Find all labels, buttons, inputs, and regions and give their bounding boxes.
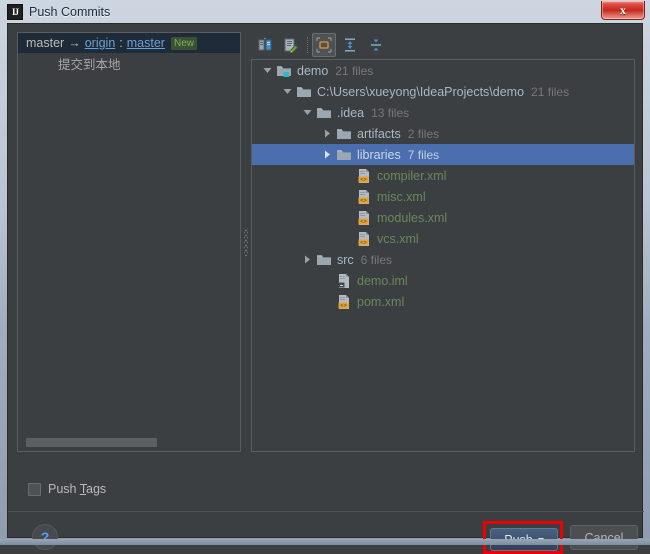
tree-row[interactable]: demo 21 files xyxy=(252,60,634,81)
folder-icon xyxy=(316,252,332,268)
branch-row[interactable]: master → origin : master New xyxy=(18,33,240,53)
tree-row[interactable]: .idea 13 files xyxy=(252,102,634,123)
tree-row[interactable]: demo.iml xyxy=(252,270,634,291)
svg-text:<>: <> xyxy=(340,303,346,309)
svg-text:<>: <> xyxy=(360,219,366,225)
collapse-all-icon[interactable] xyxy=(364,33,388,57)
chevron-right-icon[interactable] xyxy=(298,255,316,264)
target-branch-link[interactable]: master xyxy=(127,36,165,50)
new-branch-badge: New xyxy=(171,37,197,50)
splitter-grip-icon xyxy=(244,228,248,256)
tree-row-label: misc.xml xyxy=(377,190,426,204)
xml-file-icon: <> xyxy=(356,168,372,184)
main-content: master → origin : master New 提交到本地 xyxy=(17,32,635,452)
chevron-down-icon[interactable] xyxy=(298,108,316,117)
xml-file-icon: <> xyxy=(356,231,372,247)
push-tags-label: Push Tags xyxy=(48,482,106,496)
tree-row-file-count: 21 files xyxy=(531,85,569,99)
tree-row[interactable]: src 6 files xyxy=(252,249,634,270)
intellij-logo-icon: IJ xyxy=(7,4,23,20)
tree-row[interactable]: <> misc.xml xyxy=(252,186,634,207)
xml-file-icon: <> xyxy=(336,294,352,310)
file-tree[interactable]: demo21 filesC:\Users\xueyong\IdeaProject… xyxy=(251,59,635,452)
svg-text:<>: <> xyxy=(360,177,366,183)
panel-splitter[interactable] xyxy=(241,32,251,452)
commit-message-row[interactable]: 提交到本地 xyxy=(18,53,240,73)
toolbar-separator xyxy=(307,37,308,53)
commits-panel[interactable]: master → origin : master New 提交到本地 xyxy=(17,32,241,452)
commit-message-label: 提交到本地 xyxy=(58,54,121,73)
folder-icon xyxy=(296,84,312,100)
window-bottom-border xyxy=(0,539,650,545)
help-button[interactable]: ? xyxy=(32,524,58,550)
xml-file-icon: <> xyxy=(356,189,372,205)
cancel-button[interactable]: Cancel xyxy=(570,525,638,550)
tree-row[interactable]: <> vcs.xml xyxy=(252,228,634,249)
push-commits-dialog-window: IJ Push Commits x master → origin : mast… xyxy=(0,0,650,545)
folder-icon xyxy=(336,147,352,163)
tree-row-label: vcs.xml xyxy=(377,232,419,246)
tree-row-file-count: 21 files xyxy=(335,64,373,78)
chevron-right-icon[interactable] xyxy=(318,129,336,138)
folder-icon xyxy=(316,105,332,121)
module-folder-icon xyxy=(276,63,292,79)
title-bar: IJ Push Commits x xyxy=(0,0,650,23)
dialog-client-area: master → origin : master New 提交到本地 xyxy=(7,23,643,538)
chevron-down-icon[interactable] xyxy=(258,66,276,75)
tree-row-file-count: 13 files xyxy=(371,106,409,120)
tree-row-label: .idea xyxy=(337,106,364,120)
push-button-highlight: Push xyxy=(483,521,563,554)
arrow-icon: → xyxy=(68,36,81,50)
tree-row-file-count: 7 files xyxy=(408,148,439,162)
tree-row-label: demo xyxy=(297,64,328,78)
group-by-directory-icon[interactable] xyxy=(312,33,336,57)
tree-row[interactable]: C:\Users\xueyong\IdeaProjects\demo 21 fil… xyxy=(252,81,634,102)
svg-text:<>: <> xyxy=(360,198,366,204)
push-tags-checkbox-box[interactable] xyxy=(28,483,41,496)
remote-link[interactable]: origin xyxy=(85,36,116,50)
files-toolbar xyxy=(251,32,635,58)
tree-row-file-count: 6 files xyxy=(361,253,392,267)
tree-row[interactable]: <> pom.xml xyxy=(252,291,634,312)
tree-row-file-count: 2 files xyxy=(408,127,439,141)
tree-row-label: artifacts xyxy=(357,127,401,141)
changed-files-panel: demo21 filesC:\Users\xueyong\IdeaProject… xyxy=(251,32,635,452)
tree-row-label: libraries xyxy=(357,148,401,162)
tree-row-label: compiler.xml xyxy=(377,169,446,183)
push-tags-label-post: ags xyxy=(86,482,106,496)
tree-row[interactable]: artifacts 2 files xyxy=(252,123,634,144)
commits-panel-hscrollbar-thumb[interactable] xyxy=(26,438,157,447)
edit-source-icon[interactable] xyxy=(279,33,303,57)
branch-separator: : xyxy=(119,36,122,50)
folder-icon xyxy=(336,126,352,142)
show-diff-icon[interactable] xyxy=(253,33,277,57)
tree-row-label: pom.xml xyxy=(357,295,404,309)
tree-row-label: modules.xml xyxy=(377,211,447,225)
iml-file-icon xyxy=(336,273,352,289)
expand-all-icon[interactable] xyxy=(338,33,362,57)
tree-row[interactable]: <> compiler.xml xyxy=(252,165,634,186)
tree-row-label: C:\Users\xueyong\IdeaProjects\demo xyxy=(317,85,524,99)
push-tags-label-pre: Push xyxy=(48,482,80,496)
tree-row[interactable]: <> modules.xml xyxy=(252,207,634,228)
tree-row[interactable]: libraries 7 files xyxy=(252,144,634,165)
tree-row-label: src xyxy=(337,253,354,267)
svg-text:<>: <> xyxy=(360,240,366,246)
chevron-right-icon[interactable] xyxy=(318,150,336,159)
chevron-down-icon[interactable] xyxy=(278,87,296,96)
source-branch-label: master xyxy=(26,36,64,50)
footer-divider xyxy=(8,511,644,512)
close-window-button[interactable]: x xyxy=(601,1,645,20)
window-title: Push Commits xyxy=(29,5,110,19)
push-tags-checkbox[interactable]: Push Tags xyxy=(28,482,106,496)
tree-row-label: demo.iml xyxy=(357,274,408,288)
xml-file-icon: <> xyxy=(356,210,372,226)
